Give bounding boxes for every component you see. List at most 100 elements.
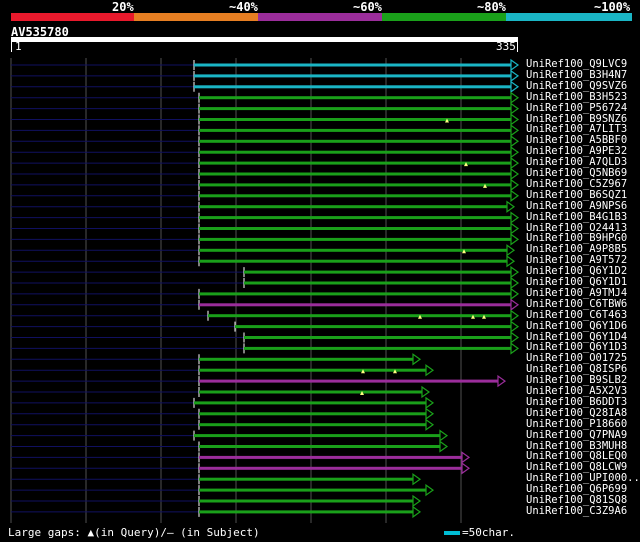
alignment-bar — [244, 336, 511, 339]
alignment-arrow-icon — [412, 505, 422, 519]
alignment-arrow-icon — [510, 222, 520, 235]
alignment-arrow-icon — [510, 298, 520, 311]
alignment-bar — [194, 63, 511, 67]
alignment-arrow-icon — [510, 102, 520, 115]
query-bar — [11, 37, 518, 42]
legend-bar-cyan — [506, 13, 632, 21]
alignment-arrow-icon — [510, 189, 520, 202]
alignment-bar — [199, 423, 426, 427]
alignment-arrow-icon — [510, 211, 520, 224]
alignment-arrow-icon — [510, 69, 520, 83]
alignment-arrow-icon — [506, 244, 516, 257]
alignment-bar — [194, 74, 511, 78]
alignment-arrow-icon — [412, 353, 422, 366]
alignment-arrow-icon — [425, 418, 435, 431]
query-end-tick — [517, 42, 518, 52]
scale-text: =50char. — [462, 526, 515, 539]
hit-link[interactable]: UniRef100_Q6Y1D6 — [526, 320, 627, 332]
scale-bar — [444, 531, 460, 535]
alignment-arrow-icon — [425, 364, 435, 377]
alignment-arrow-icon — [510, 124, 520, 137]
hit-link[interactable]: UniRef100_P56724 — [526, 102, 627, 114]
alignment-bar — [194, 85, 511, 89]
alignment-bar — [235, 325, 511, 329]
legend-label-80: ~80% — [477, 0, 506, 14]
alignment-bar — [199, 488, 426, 492]
alignment-bar — [199, 390, 422, 394]
alignment-arrow-icon — [510, 178, 520, 192]
alignment-bar — [199, 96, 511, 100]
alignment-bar — [199, 292, 511, 296]
alignment-arrow-icon — [425, 407, 435, 420]
alignment-bar — [199, 412, 426, 416]
query-end-label: 335 — [496, 40, 516, 53]
legend-bar-green — [382, 13, 506, 21]
alignment-arrow-icon — [425, 483, 435, 497]
alignment-bar — [199, 227, 511, 230]
alignment-bar — [199, 357, 413, 361]
alignment-bar — [199, 139, 511, 143]
alignment-bar — [199, 150, 511, 154]
alignment-arrow-icon — [510, 265, 520, 279]
alignment-bar — [199, 205, 507, 209]
alignment-bar — [199, 183, 511, 187]
alignment-arrow-icon — [461, 462, 471, 475]
alignment-arrow-icon — [461, 451, 471, 464]
legend-label-40: ~40% — [229, 0, 258, 14]
scale-legend: =50char. — [444, 526, 515, 539]
alignment-bar — [199, 303, 511, 307]
alignment-arrow-icon — [506, 200, 516, 213]
alignment-arrow-icon — [439, 440, 449, 453]
alignment-bar — [199, 379, 498, 383]
alignment-arrow-icon — [510, 135, 520, 148]
gap-legend: Large gaps: ▲(in Query)/– (in Subject) — [8, 526, 260, 539]
alignment-arrow-icon — [510, 156, 520, 170]
alignment-bar — [244, 281, 511, 285]
query-start-label: 1 — [15, 40, 22, 53]
hit-link[interactable]: UniRef100_B4G1B3 — [526, 211, 627, 223]
alignment-bar — [199, 466, 462, 470]
alignment-bar — [199, 107, 511, 111]
alignment-bar — [244, 270, 511, 274]
alignment-arrow-icon — [439, 429, 449, 442]
alignment-bar — [199, 499, 413, 503]
alignment-bar — [199, 510, 413, 514]
alignment-bar — [199, 118, 511, 121]
alignment-bar — [199, 259, 507, 263]
alignment-bar — [199, 445, 440, 448]
alignment-arrow-icon — [506, 255, 516, 268]
query-start-tick — [11, 42, 12, 52]
alignment-arrow-icon — [510, 146, 520, 159]
legend-bar-purple — [258, 13, 382, 21]
alignment-arrow-icon — [510, 113, 520, 126]
alignment-bar — [199, 237, 511, 241]
alignment-bar — [199, 128, 511, 132]
legend-bar-red — [11, 13, 134, 21]
alignment-bar — [199, 172, 511, 176]
alignment-bar — [199, 368, 426, 372]
alignment-arrow-icon — [510, 276, 520, 290]
alignment-arrow-icon — [510, 58, 520, 72]
hit-link[interactable]: UniRef100_Q7PNA9 — [526, 429, 627, 441]
alignment-bar — [199, 477, 413, 481]
alignment-bar — [199, 216, 511, 220]
alignment-bar — [194, 434, 440, 438]
alignment-arrow-icon — [510, 342, 520, 355]
alignment-arrow-icon — [412, 494, 422, 508]
alignment-bar — [244, 346, 511, 350]
alignment-arrow-icon — [510, 233, 520, 246]
alignment-arrow-icon — [510, 91, 520, 104]
legend-label-20: 20% — [112, 0, 134, 14]
legend-label-100: ~100% — [594, 0, 631, 14]
alignment-arrow-icon — [412, 473, 422, 486]
alignment-bar — [199, 248, 507, 252]
alignment-arrow-icon — [510, 287, 520, 301]
hit-link[interactable]: UniRef100_C3Z9A6 — [526, 505, 627, 517]
alignment-bar — [208, 314, 511, 318]
alignment-arrow-icon — [425, 396, 435, 410]
legend-bar-orange — [134, 13, 258, 21]
alignment-bar — [199, 455, 462, 459]
legend-label-60: ~60% — [353, 0, 382, 14]
alignment-bar — [194, 401, 426, 405]
alignment-bar — [199, 161, 511, 165]
